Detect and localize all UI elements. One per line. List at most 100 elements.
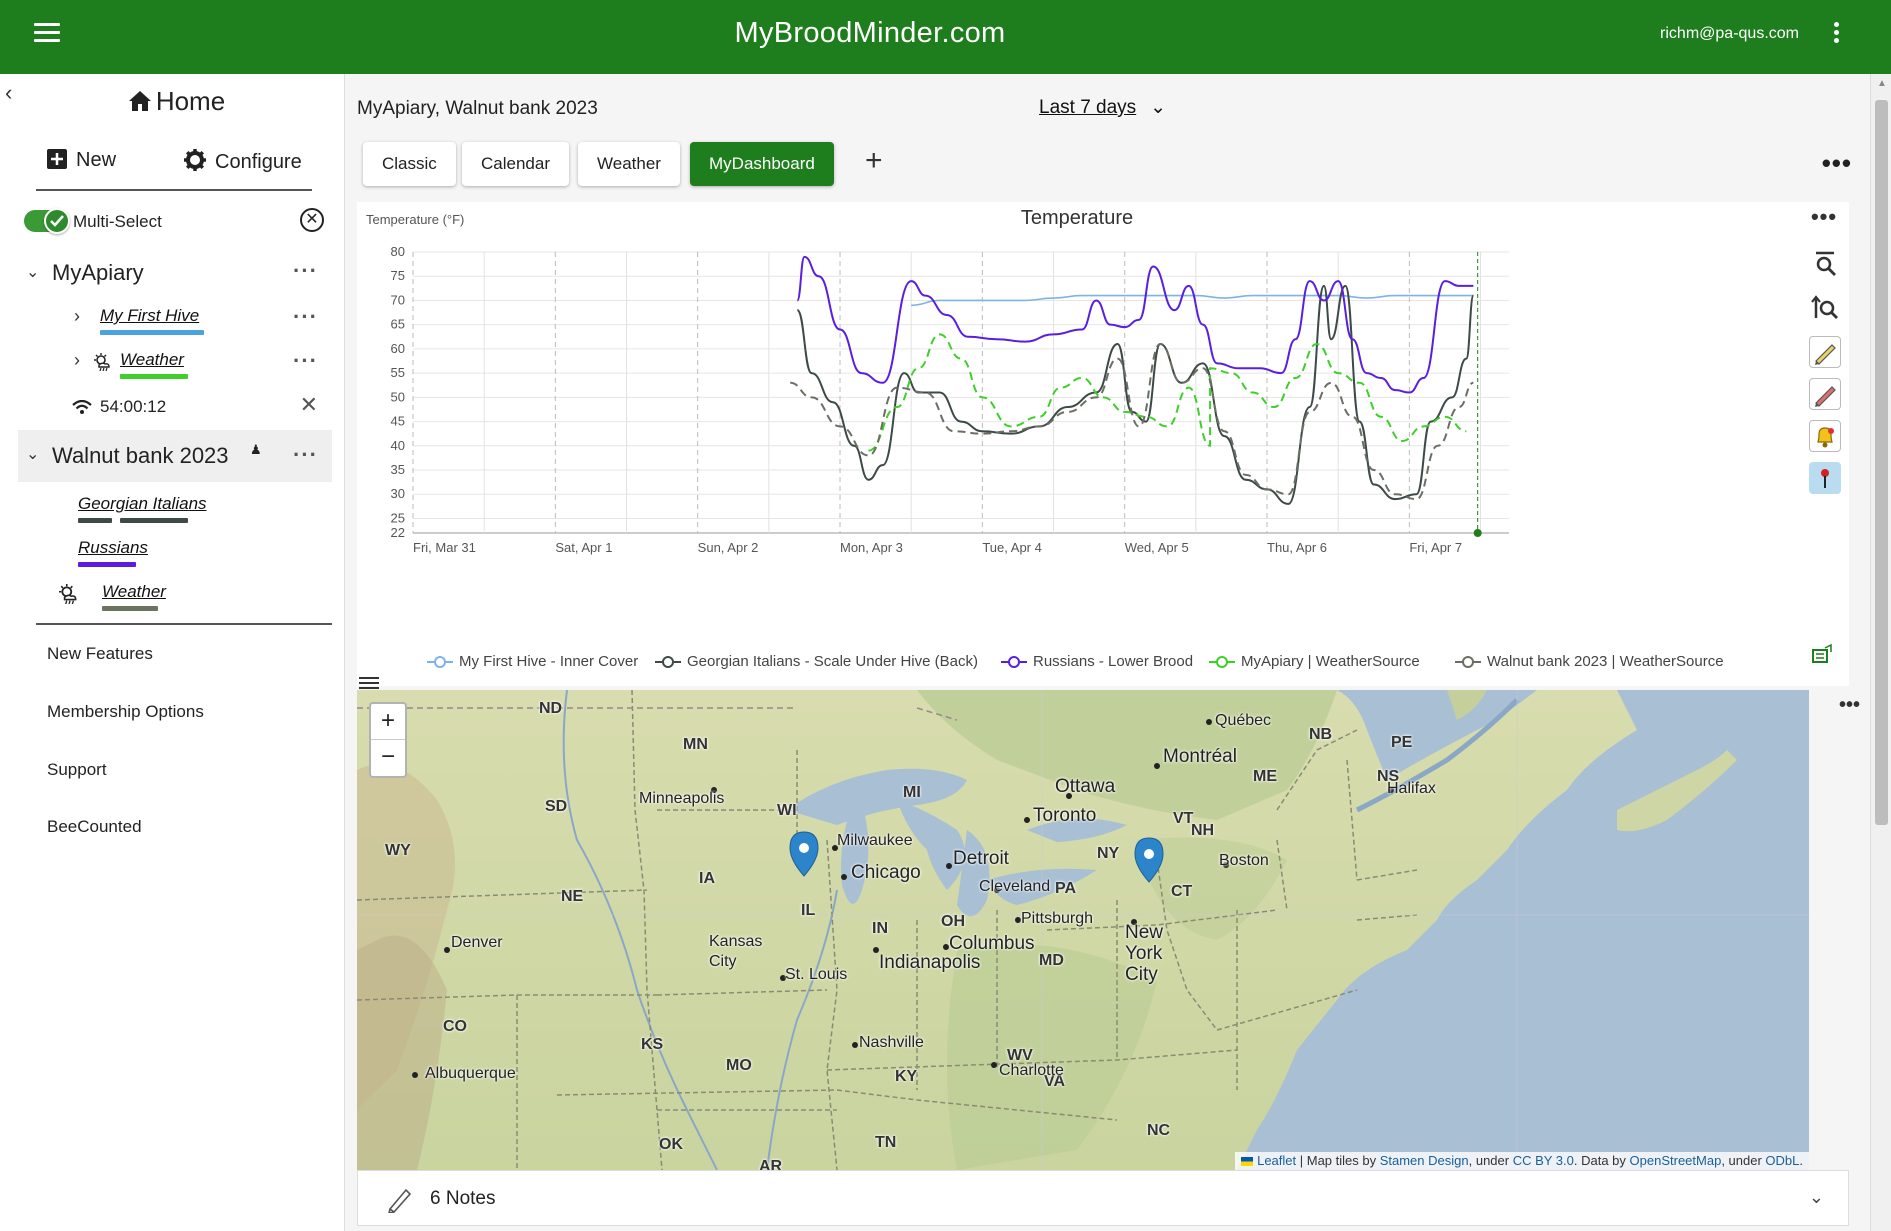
attribution-text: , under: [1721, 1153, 1766, 1168]
device-row[interactable]: 54:00:12 ✕: [18, 386, 332, 426]
legend-item[interactable]: Georgian Italians - Scale Under Hive (Ba…: [655, 653, 978, 670]
alert-bell-icon[interactable]: [1809, 420, 1841, 452]
zoom-reset-icon[interactable]: [1809, 292, 1841, 324]
temperature-chart[interactable]: Temperature Temperature (°F) 80 75 70 65 60 5…: [357, 202, 1849, 686]
account-menu-icon[interactable]: [1831, 22, 1841, 50]
x-tick-label: Fri, Mar 31: [413, 540, 476, 555]
map-options-icon[interactable]: •••: [1839, 694, 1860, 717]
top-bar: MyBroodMinder.com richm@pa-qus.com: [0, 0, 1891, 74]
apiary-row-myapiary[interactable]: ⌄ MyApiary ···: [18, 252, 332, 292]
scrollbar-thumb[interactable]: [1875, 100, 1888, 825]
map-label-city: Québec: [1215, 712, 1272, 729]
home-link[interactable]: Home: [0, 86, 353, 119]
weather-label[interactable]: Weather: [102, 582, 166, 602]
annotate-pencil-icon[interactable]: [1809, 336, 1841, 368]
hive-label[interactable]: Russians: [78, 538, 148, 558]
date-range-select[interactable]: Last 7 days ⌄: [1039, 96, 1166, 119]
app-title[interactable]: MyBroodMinder.com: [0, 17, 1740, 50]
map-label-state: TN: [875, 1134, 897, 1151]
ccby-link[interactable]: CC BY 3.0: [1513, 1153, 1574, 1168]
configure-button[interactable]: Configure: [183, 148, 302, 174]
scroll-up-icon[interactable]: ▲: [1877, 78, 1887, 89]
weather-options-icon[interactable]: ···: [293, 348, 318, 374]
hive-row[interactable]: › My First Hive ···: [18, 298, 332, 338]
membership-options-link[interactable]: Membership Options: [47, 702, 204, 722]
chevron-right-icon[interactable]: ›: [74, 350, 80, 371]
check-icon: [50, 215, 64, 227]
y-tick-label: 80: [391, 244, 405, 259]
zoom-out-button[interactable]: −: [371, 740, 405, 776]
tab-calendar[interactable]: Calendar: [462, 142, 569, 186]
tab-mydashboard[interactable]: MyDashboard: [690, 142, 834, 186]
map-label-state: NB: [1309, 726, 1333, 743]
hive-row[interactable]: Georgian Italians: [18, 486, 332, 526]
page-scrollbar[interactable]: ▲: [1870, 74, 1891, 1231]
hive-label[interactable]: Georgian Italians: [78, 494, 207, 514]
map-panel[interactable]: ND MN SD WY WI MI IA NE IL IN OH CO KS M…: [357, 690, 1809, 1170]
odbl-link[interactable]: ODbL: [1765, 1153, 1799, 1168]
legend-item[interactable]: Walnut bank 2023 | WeatherSource: [1455, 653, 1724, 670]
x-tick-label: Thu, Apr 6: [1267, 540, 1327, 555]
new-label: New: [76, 149, 117, 171]
hive-row[interactable]: Russians: [18, 530, 332, 570]
chart-options-icon[interactable]: •••: [1799, 204, 1849, 230]
hive-label[interactable]: My First Hive: [100, 306, 199, 326]
multiselect-toggle[interactable]: [24, 208, 70, 234]
zoom-icon[interactable]: [1809, 248, 1841, 280]
close-icon[interactable]: ✕: [300, 392, 318, 418]
hive-options-icon[interactable]: ···: [293, 304, 318, 330]
apiary-row-walnut-bank[interactable]: ⌄ Walnut bank 2023 ♟ ···: [18, 430, 332, 482]
date-range-label: Last 7 days: [1039, 97, 1137, 118]
map-label-state: NY: [1097, 845, 1120, 862]
gear-icon: [184, 149, 206, 171]
map-label-city: Toronto: [1033, 805, 1097, 826]
home-label: Home: [155, 86, 226, 116]
notes-panel[interactable]: 6 Notes ⌄: [357, 1170, 1849, 1226]
tab-classic[interactable]: Classic: [363, 142, 456, 186]
user-email[interactable]: richm@pa-qus.com: [1660, 25, 1799, 43]
clear-selection-icon[interactable]: ✕: [300, 208, 324, 232]
map-tiles: [357, 690, 1809, 1170]
new-features-link[interactable]: New Features: [47, 644, 153, 664]
y-tick-label: 25: [391, 510, 405, 525]
map-label-city: Kansas City: [709, 933, 763, 970]
new-button[interactable]: New: [46, 148, 116, 172]
chevron-down-icon[interactable]: ⌄: [1809, 1187, 1824, 1208]
add-tab-icon[interactable]: +: [865, 144, 883, 178]
support-link[interactable]: Support: [47, 760, 107, 780]
multiselect-label: Multi-Select: [73, 212, 162, 231]
breadcrumb: MyApiary, Walnut bank 2023: [357, 98, 598, 119]
map-label-state: IN: [872, 920, 888, 937]
weather-row[interactable]: › Weather ···: [18, 342, 332, 382]
map-label-state: ME: [1253, 768, 1277, 785]
drag-handle-icon[interactable]: [359, 677, 379, 689]
y-tick-label: 45: [391, 414, 405, 429]
chevron-down-icon[interactable]: ⌄: [26, 444, 39, 464]
map-label-state: MI: [903, 784, 921, 801]
legend-item[interactable]: Russians - Lower Brood: [1001, 653, 1193, 670]
chart-title: Temperature: [1021, 207, 1133, 229]
stamen-link[interactable]: Stamen Design: [1380, 1153, 1469, 1168]
apiary-options-icon[interactable]: ···: [293, 442, 318, 468]
beecounted-link[interactable]: BeeCounted: [47, 817, 142, 837]
osm-link[interactable]: OpenStreetMap: [1630, 1153, 1722, 1168]
legend-item[interactable]: My First Hive - Inner Cover: [427, 653, 638, 670]
zoom-in-button[interactable]: +: [371, 704, 405, 740]
location-pin-icon[interactable]: [1809, 462, 1841, 494]
dashboard-options-icon[interactable]: •••: [1822, 148, 1852, 179]
tab-weather[interactable]: Weather: [578, 142, 680, 186]
leaflet-link[interactable]: Leaflet: [1257, 1153, 1296, 1168]
map-label-state: MN: [683, 736, 708, 753]
series-color-bar: [78, 518, 112, 523]
weather-icon: [94, 353, 110, 371]
annotate-pen-icon[interactable]: [1809, 378, 1841, 410]
apiary-options-icon[interactable]: ···: [293, 258, 318, 284]
chevron-right-icon[interactable]: ›: [74, 306, 80, 327]
x-tick-label: Mon, Apr 3: [840, 540, 903, 555]
weather-row[interactable]: Weather: [18, 574, 332, 614]
chevron-down-icon[interactable]: ⌄: [26, 262, 39, 282]
map-label-state: WI: [777, 802, 797, 819]
map-label-city: Pittsburgh: [1021, 910, 1094, 927]
weather-label[interactable]: Weather: [120, 350, 184, 370]
legend-item[interactable]: MyApiary | WeatherSource: [1209, 653, 1420, 670]
